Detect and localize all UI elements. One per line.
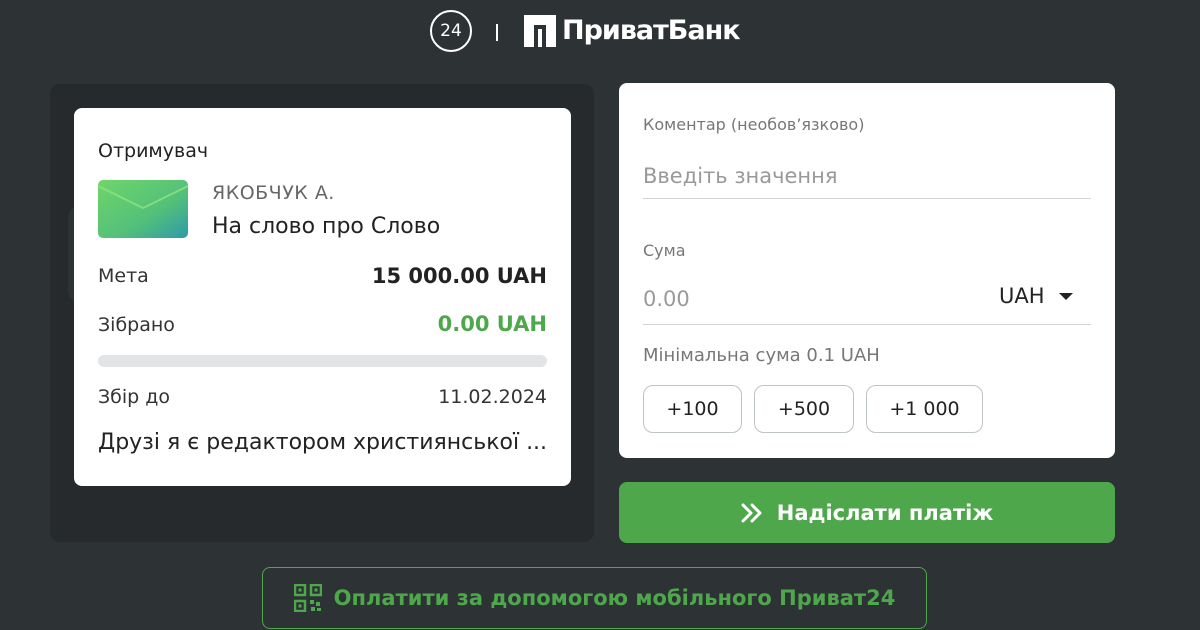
recipient-name: ЯКОБЧУК А. (212, 182, 335, 204)
comment-label: Коментар (необов’язково) (643, 115, 865, 134)
payment-form: Коментар (необов’язково) Сума UAH Мініма… (619, 83, 1115, 458)
recipient-card: Отримувач ЯКОБЧУК А. На слово про Слово … (74, 108, 571, 486)
goal-label: Мета (98, 265, 149, 287)
qr-code-icon (293, 584, 322, 612)
campaign-description[interactable]: Друзі я є редактором християнської ... (98, 430, 548, 455)
caret-down-icon (1058, 292, 1073, 300)
double-chevron-right-icon (741, 503, 762, 522)
amount-underline (643, 324, 1091, 325)
recipient-title: Отримувач (98, 140, 209, 162)
collection-progress-bar (98, 355, 547, 367)
header-divider (496, 24, 498, 41)
privat24-logo[interactable]: 24 (430, 10, 472, 52)
amount-label: Сума (643, 241, 686, 260)
goal-value: 15 000.00 UAH (371, 264, 547, 288)
currency-value: UAH (999, 284, 1045, 308)
pay-with-mobile-label: Оплатити за допомогою мобільного Приват2… (333, 586, 896, 610)
send-payment-label: Надіслати платіж (776, 500, 994, 525)
amount-input[interactable] (643, 273, 983, 325)
pay-with-mobile-button[interactable]: Оплатити за допомогою мобільного Приват2… (262, 567, 927, 629)
currency-select[interactable]: UAH (999, 281, 1073, 311)
deadline-label: Збір до (98, 386, 171, 408)
bank-name: ПриватБанк (562, 15, 741, 46)
collected-label: Зібрано (98, 314, 175, 336)
send-payment-button[interactable]: Надіслати платіж (619, 482, 1115, 543)
quick-amount-button[interactable]: +1 000 (866, 385, 983, 433)
header: 24 ПриватБанк (0, 0, 1200, 70)
privat24-logo-text: 24 (440, 21, 462, 41)
min-amount-hint: Мінімальна сума 0.1 UAH (643, 345, 880, 366)
deadline-value: 11.02.2024 (438, 386, 547, 408)
quick-amount-button[interactable]: +100 (643, 385, 742, 433)
comment-input[interactable] (643, 153, 1091, 199)
quick-amount-button[interactable]: +500 (754, 385, 854, 433)
envelope-icon (98, 180, 188, 238)
privatbank-mark-icon (524, 15, 556, 47)
campaign-name: На слово про Слово (212, 214, 441, 239)
collected-value: 0.00 UAH (437, 312, 547, 336)
privatbank-logo[interactable]: ПриватБанк (522, 12, 741, 50)
